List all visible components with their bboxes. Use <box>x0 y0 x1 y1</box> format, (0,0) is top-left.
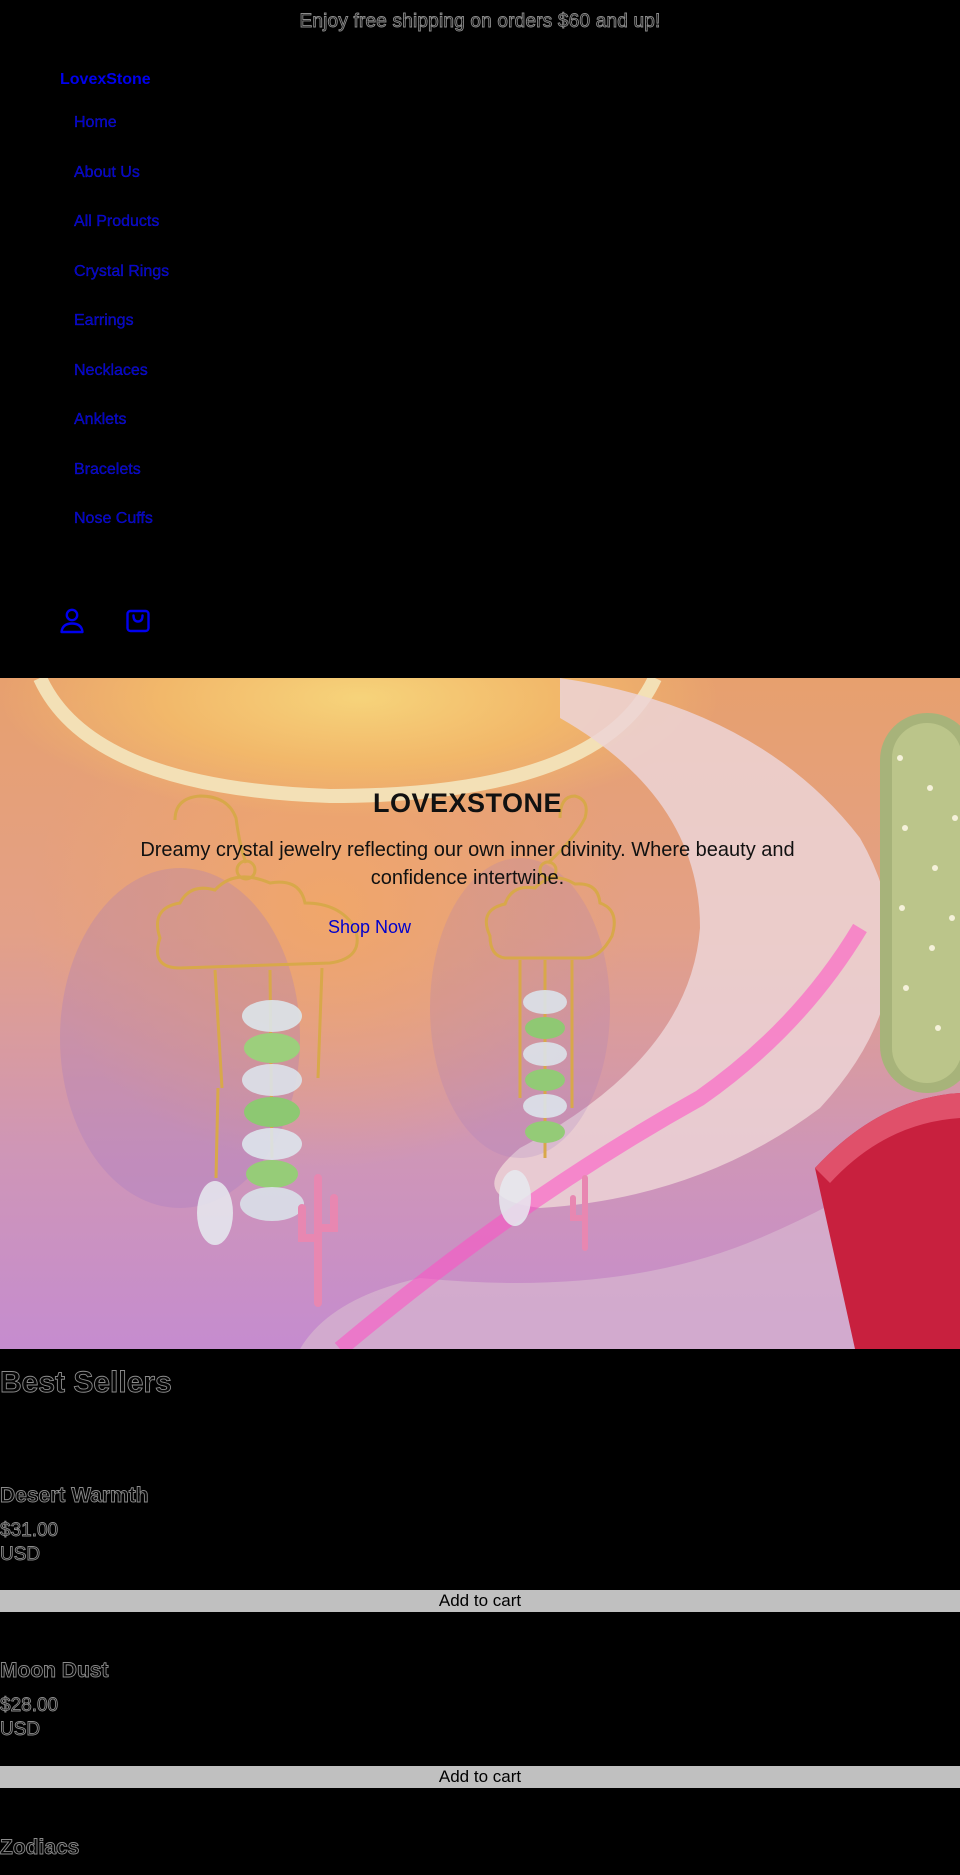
announcement-bar: Enjoy free shipping on orders $60 and up… <box>299 11 661 33</box>
price-amount: $28.00 <box>0 1695 59 1717</box>
price-currency: USD <box>0 1544 41 1566</box>
price-currency: USD <box>0 1719 41 1741</box>
nav-link-anklets[interactable]: Anklets <box>74 411 127 428</box>
nav-item-necklaces: Necklaces <box>74 361 169 412</box>
nav-link-bracelets[interactable]: Bracelets <box>74 460 141 477</box>
nav-link-crystal-rings[interactable]: Crystal Rings <box>74 262 169 279</box>
nav-item-home: Home <box>74 114 169 164</box>
account-icon[interactable] <box>58 606 86 634</box>
hero-earrings-image <box>33 678 960 1349</box>
nav-link-nose-cuffs[interactable]: Nose Cuffs <box>74 510 153 527</box>
product-price: $31.00 USD <box>0 1519 59 1567</box>
product-name[interactable]: Zodiacs <box>0 1836 80 1860</box>
header-icons <box>58 606 152 634</box>
page: Enjoy free shipping on orders $60 and up… <box>0 0 960 1875</box>
add-to-cart-button[interactable]: Add to cart <box>0 1766 960 1788</box>
product-price: $28.00 USD <box>0 1694 59 1742</box>
nav-item-crystal-rings: Crystal Rings <box>74 262 169 313</box>
nav-link-all-products[interactable]: All Products <box>74 213 160 230</box>
nav-item-bracelets: Bracelets <box>74 460 169 511</box>
main-nav: Home About Us All Products Crystal Rings… <box>74 114 169 560</box>
nav-item-anklets: Anklets <box>74 411 169 461</box>
product-name[interactable]: Moon Dust <box>0 1659 109 1683</box>
price-amount: $31.00 <box>0 1520 59 1542</box>
nav-link-home[interactable]: Home <box>74 114 117 131</box>
best-sellers-title: Best Sellers <box>0 1366 172 1400</box>
nav-link-about-us[interactable]: About Us <box>74 163 140 180</box>
cart-icon[interactable] <box>124 606 152 634</box>
nav-item-all-products: All Products <box>74 213 169 263</box>
hero-tagline: Dreamy crystal jewelry reflecting our ow… <box>140 839 795 889</box>
store-logo-link[interactable]: LovexStone <box>60 71 151 89</box>
nav-item-nose-cuffs: Nose Cuffs <box>74 510 169 560</box>
add-to-cart-button[interactable]: Add to cart <box>0 1590 960 1612</box>
hero-banner: LOVEXSTONE Dreamy crystal jewelry reflec… <box>0 678 960 1349</box>
nav-item-about-us: About Us <box>74 163 169 214</box>
nav-item-earrings: Earrings <box>74 312 169 362</box>
product-name[interactable]: Desert Warmth <box>0 1484 149 1508</box>
nav-link-earrings[interactable]: Earrings <box>74 312 134 329</box>
shop-now-button[interactable]: Shop Now <box>328 917 411 938</box>
hero-title: LOVEXSTONE <box>372 788 563 818</box>
nav-link-necklaces[interactable]: Necklaces <box>74 361 148 378</box>
